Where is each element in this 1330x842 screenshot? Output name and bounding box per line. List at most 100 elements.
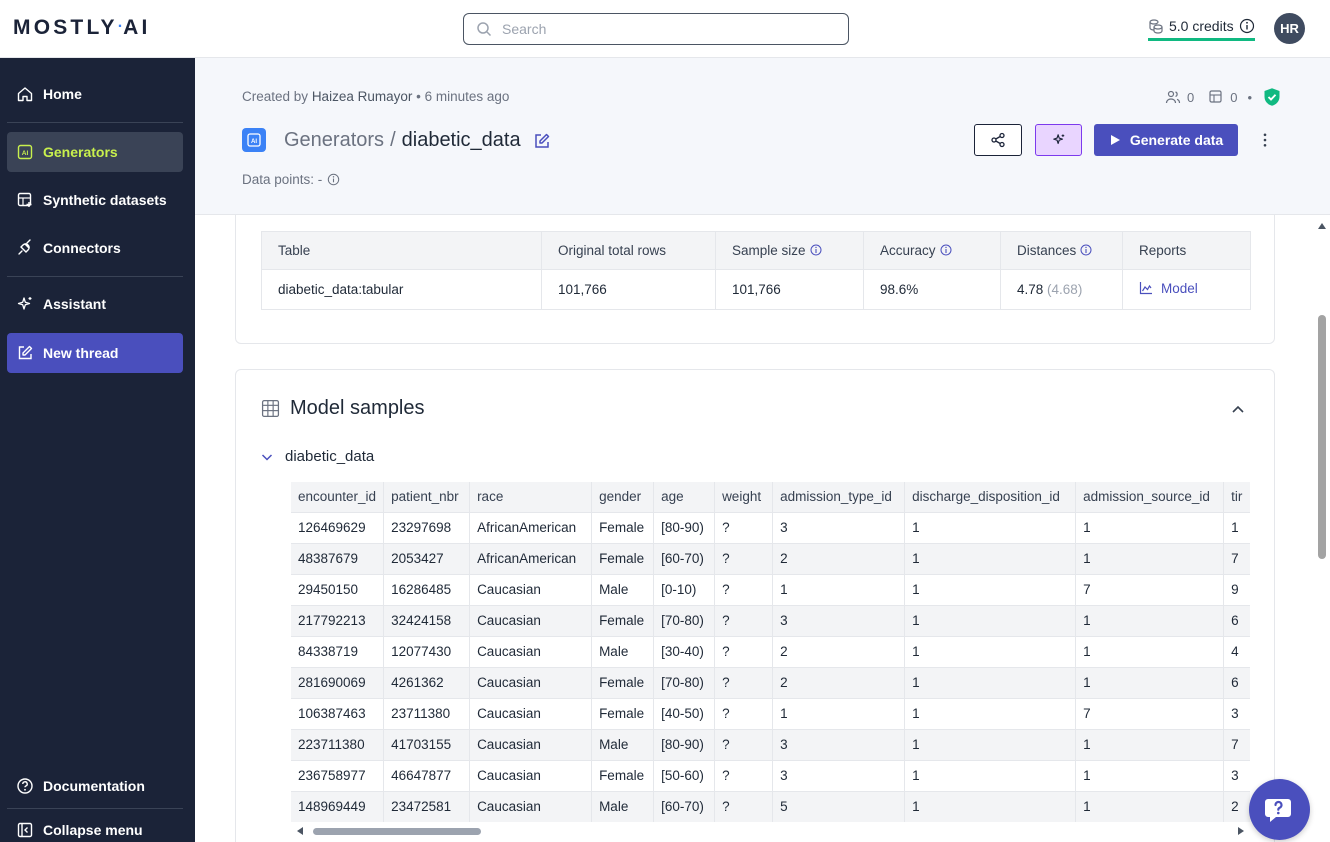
users-count: 0	[1186, 89, 1195, 105]
table-row: 126469629 23297698 AfricanAmerican Female [8…	[291, 511, 1250, 543]
samples-table: encounter_id patient_nbr race gender age weig…	[291, 482, 1250, 822]
table-row: 236758977 46647877 Caucasian Female [50-60)?…	[291, 759, 1250, 791]
sidebar-item-connectors[interactable]: Connectors	[7, 228, 183, 268]
collapse-icon	[17, 822, 33, 838]
table-cell: [0-10)	[653, 573, 716, 605]
table-cell: Caucasian	[469, 635, 593, 667]
table-cell: 1	[1075, 542, 1225, 574]
sidebar-item-home[interactable]: Home	[7, 74, 183, 114]
scrollbar-thumb[interactable]	[313, 828, 481, 835]
search-input[interactable]	[502, 21, 822, 37]
table-cell: Caucasian	[469, 728, 593, 760]
edit-icon[interactable]	[533, 132, 551, 150]
table-cell: 98.6%	[863, 269, 1001, 310]
table-cell: 1	[1075, 511, 1225, 543]
table-cell: 9	[1223, 573, 1250, 605]
column-header[interactable]: age	[653, 482, 716, 512]
new-thread-button[interactable]: New thread	[7, 333, 183, 373]
table-toggle[interactable]: diabetic_data	[261, 448, 374, 465]
table-cell: ?	[714, 635, 774, 667]
more-options-icon[interactable]	[1259, 130, 1271, 150]
table-row: 29450150 16286485 Caucasian Male [0-10)? 1 1 7 9	[291, 573, 1250, 605]
generate-data-button[interactable]: Generate data	[1094, 124, 1238, 156]
info-icon[interactable]	[810, 244, 822, 256]
table-cell: [70-80)	[653, 666, 716, 698]
credits-indicator[interactable]: 5.0 credits	[1148, 17, 1255, 41]
breadcrumb-generators[interactable]: Generators	[284, 129, 384, 152]
horizontal-scrollbar[interactable]	[291, 826, 1250, 836]
table-cell: 16286485	[383, 573, 471, 605]
breadcrumb: Generators / diabetic_data	[284, 129, 551, 152]
column-header[interactable]: admission_type_id	[772, 482, 906, 512]
table-cell: 1	[904, 666, 1077, 698]
sparkle-icon	[1052, 134, 1064, 145]
table-cell: Male	[591, 728, 655, 760]
logo[interactable]: MOSTLY·AI	[13, 16, 151, 40]
sidebar-item-documentation[interactable]: Documentation	[7, 766, 183, 806]
table-cell: 1	[1075, 635, 1225, 667]
model-report-link[interactable]: Model	[1139, 281, 1198, 296]
share-button[interactable]	[974, 124, 1022, 156]
table-cell: ?	[714, 604, 774, 636]
column-header[interactable]: encounter_id	[291, 482, 385, 512]
created-info: Created by Haizea Rumayor • 6 minutes ag…	[242, 89, 510, 104]
table-cell: AfricanAmerican	[469, 511, 593, 543]
main-content: Table Original total rows Sample size Ac…	[195, 215, 1315, 842]
generator-badge-icon: AI	[242, 128, 266, 152]
chat-support-button[interactable]	[1249, 779, 1310, 840]
table-cell: 3	[772, 604, 906, 636]
table-cell: ?	[714, 511, 774, 543]
column-header[interactable]: race	[469, 482, 593, 512]
table-cell: 6	[1223, 604, 1250, 636]
pencil-square-icon	[18, 345, 33, 360]
table-cell: 1	[1075, 728, 1225, 760]
column-header[interactable]: tir	[1223, 482, 1250, 512]
vertical-scrollbar[interactable]	[1315, 215, 1330, 842]
info-icon[interactable]	[940, 244, 952, 256]
table-cell: 1	[904, 542, 1077, 574]
sidebar-item-assistant[interactable]: Assistant	[7, 284, 183, 324]
table-cell: [70-80)	[653, 604, 716, 636]
scroll-up-arrow[interactable]	[1318, 223, 1326, 229]
table-cell: 236758977	[291, 759, 385, 791]
models-count: 0	[1230, 89, 1238, 105]
sidebar-item-synthetic-datasets[interactable]: Synthetic datasets	[7, 180, 183, 220]
user-avatar[interactable]: HR	[1274, 13, 1305, 44]
samples-grid[interactable]: encounter_id patient_nbr race gender age weig…	[291, 482, 1250, 824]
info-icon[interactable]	[327, 173, 340, 186]
table-cell: [60-70)	[653, 542, 716, 574]
table-cell: Female	[591, 542, 655, 574]
scroll-right-arrow[interactable]	[1238, 827, 1244, 835]
table-cell: 1	[904, 511, 1077, 543]
data-points: Data points: -	[242, 172, 340, 187]
info-icon[interactable]	[1239, 18, 1255, 34]
share-icon	[991, 132, 1005, 148]
column-header[interactable]: weight	[714, 482, 774, 512]
column-header[interactable]: discharge_disposition_id	[904, 482, 1077, 512]
table-cell: [40-50)	[653, 697, 716, 729]
collapse-menu-button[interactable]: Collapse menu	[7, 810, 183, 842]
table-cell: 12077430	[383, 635, 471, 667]
scrollbar-thumb[interactable]	[1318, 315, 1326, 559]
ai-assistant-button[interactable]	[1035, 124, 1082, 156]
column-header[interactable]: admission_source_id	[1075, 482, 1225, 512]
column-header[interactable]: gender	[591, 482, 655, 512]
chat-icon	[1264, 798, 1291, 822]
chevron-up-icon[interactable]	[1230, 401, 1246, 417]
table-cell: ?	[714, 728, 774, 760]
shield-check-icon	[1264, 88, 1280, 106]
table-cell: Caucasian	[469, 697, 593, 729]
info-icon[interactable]	[1080, 244, 1092, 256]
table-cell: 101,766	[541, 269, 716, 310]
sidebar-item-label: Connectors	[43, 240, 121, 256]
column-header[interactable]: patient_nbr	[383, 482, 471, 512]
sidebar: Home AI Generators Synthetic datasets Co…	[0, 58, 195, 842]
table-row: 84338719 12077430 Caucasian Male [30-40)? 2 1 1…	[291, 635, 1250, 667]
search-box[interactable]	[463, 13, 849, 45]
help-icon	[17, 778, 33, 794]
table-cell: 101,766	[715, 269, 864, 310]
sidebar-item-generators[interactable]: AI Generators	[7, 132, 183, 172]
scroll-left-arrow[interactable]	[297, 827, 303, 835]
table-cell: 1	[1223, 511, 1250, 543]
table-cell: 3	[1223, 697, 1250, 729]
